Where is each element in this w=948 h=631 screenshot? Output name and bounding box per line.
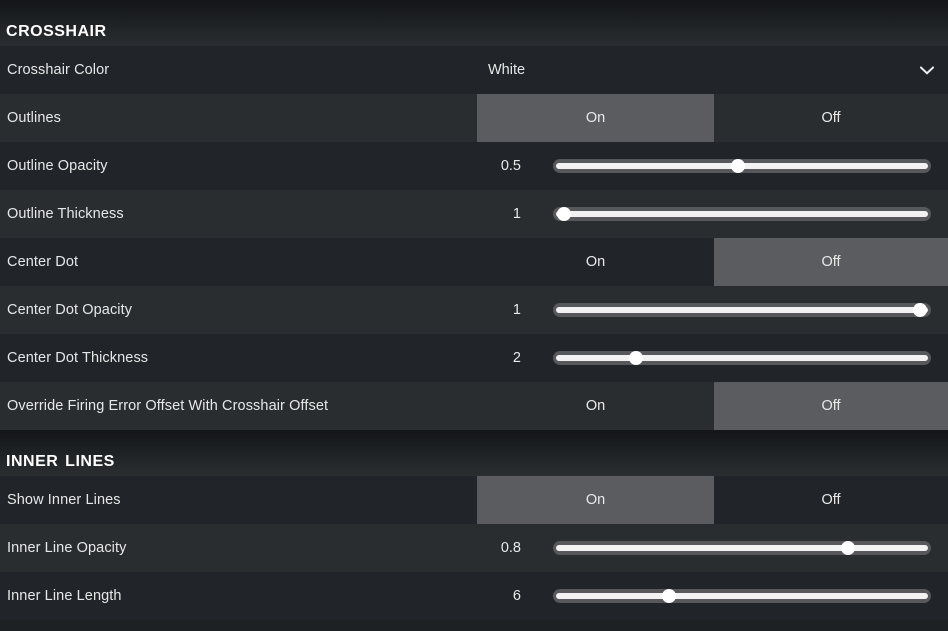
toggle-option-on[interactable]: On (477, 382, 714, 430)
dropdown-selected-value: White (488, 62, 525, 78)
slider-thumb[interactable] (662, 589, 676, 603)
section-title: Inner Lines (6, 447, 115, 470)
row-label: Crosshair Color (0, 46, 477, 94)
slider-value: 1 (477, 206, 521, 222)
toggle-option-off[interactable]: Off (714, 382, 948, 430)
row-control: OnOff (477, 382, 948, 430)
section-header-crosshair: Crosshair (0, 0, 948, 46)
settings-row: Override Firing Error Offset With Crossh… (0, 382, 948, 430)
slider-fill (556, 545, 928, 551)
slider-wrapper: 1 (477, 286, 948, 334)
row-control: 1 (477, 190, 948, 238)
settings-row: Crosshair Color White (0, 46, 948, 94)
row-label: Show Inner Lines (0, 476, 477, 524)
row-control: 1 (477, 286, 948, 334)
slider-value: 1 (477, 302, 521, 318)
row-label: Inner Line Opacity (0, 524, 477, 572)
toggle-group: OnOff (477, 238, 948, 286)
settings-row: Outline Opacity0.5 (0, 142, 948, 190)
row-control: 0.8 (477, 524, 948, 572)
settings-row: Inner Line Length6 (0, 572, 948, 620)
row-control: 2 (477, 334, 948, 382)
toggle-group: OnOff (477, 382, 948, 430)
settings-row: OutlinesOnOff (0, 94, 948, 142)
slider-track[interactable] (553, 589, 931, 603)
slider-value: 0.5 (477, 158, 521, 174)
row-label: Outline Thickness (0, 190, 477, 238)
slider-thumb[interactable] (841, 541, 855, 555)
toggle-option-off[interactable]: Off (714, 94, 948, 142)
crosshair-color-dropdown[interactable]: White (477, 46, 948, 94)
toggle-option-on[interactable]: On (477, 238, 714, 286)
slider-track[interactable] (553, 207, 931, 221)
section-title: Crosshair (6, 17, 107, 40)
row-control: 0.5 (477, 142, 948, 190)
crosshair-settings-panel: CrosshairCrosshair ColorWhiteOutlinesOnO… (0, 0, 948, 631)
toggle-option-off[interactable]: Off (714, 476, 948, 524)
toggle-group: OnOff (477, 94, 948, 142)
settings-row: Outline Thickness1 (0, 190, 948, 238)
slider-wrapper: 1 (477, 190, 948, 238)
slider-track[interactable] (553, 351, 931, 365)
row-control: OnOff (477, 94, 948, 142)
row-label: Outline Opacity (0, 142, 477, 190)
slider-wrapper: 0.5 (477, 142, 948, 190)
slider-fill (556, 355, 928, 361)
toggle-group: OnOff (477, 476, 948, 524)
slider-fill (556, 307, 928, 313)
section-header-inner-lines: Inner Lines (0, 430, 948, 476)
slider-thumb[interactable] (913, 303, 927, 317)
row-label: Center Dot Opacity (0, 286, 477, 334)
slider-thumb[interactable] (629, 351, 643, 365)
slider-wrapper: 2 (477, 334, 948, 382)
row-control: OnOff (477, 238, 948, 286)
settings-row: Show Inner LinesOnOff (0, 476, 948, 524)
chevron-down-icon (920, 66, 934, 75)
slider-wrapper: 0.8 (477, 524, 948, 572)
slider-thumb[interactable] (557, 207, 571, 221)
row-control: OnOff (477, 476, 948, 524)
slider-thumb[interactable] (731, 159, 745, 173)
row-control: White (477, 46, 948, 94)
settings-row: Inner Line Opacity0.8 (0, 524, 948, 572)
slider-fill (556, 593, 928, 599)
slider-track[interactable] (553, 303, 931, 317)
slider-wrapper: 6 (477, 572, 948, 620)
row-control: 6 (477, 572, 948, 620)
row-label: Center Dot Thickness (0, 334, 477, 382)
toggle-option-on[interactable]: On (477, 94, 714, 142)
settings-row: Center Dot Opacity1 (0, 286, 948, 334)
settings-row: Center Dot Thickness2 (0, 334, 948, 382)
slider-value: 2 (477, 350, 521, 366)
slider-value: 6 (477, 588, 521, 604)
row-label: Outlines (0, 94, 477, 142)
row-label: Override Firing Error Offset With Crossh… (0, 382, 477, 430)
row-label: Inner Line Length (0, 572, 477, 620)
slider-track[interactable] (553, 159, 931, 173)
slider-value: 0.8 (477, 540, 521, 556)
slider-track[interactable] (553, 541, 931, 555)
settings-row: Center DotOnOff (0, 238, 948, 286)
row-label: Center Dot (0, 238, 477, 286)
toggle-option-on[interactable]: On (477, 476, 714, 524)
slider-fill (556, 211, 928, 217)
toggle-option-off[interactable]: Off (714, 238, 948, 286)
